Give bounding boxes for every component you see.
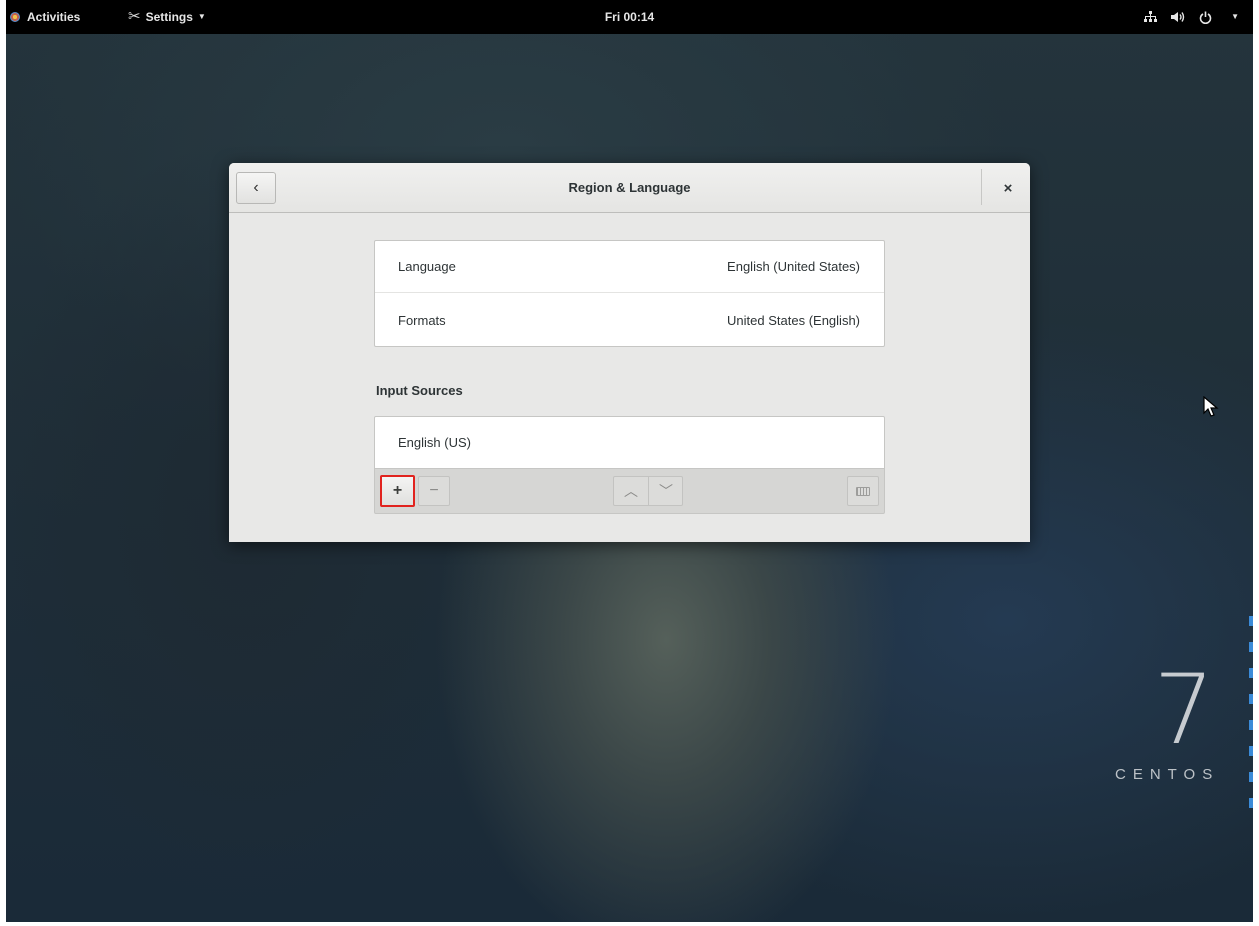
- app-menu-button[interactable]: ✂ Settings ▼: [128, 0, 206, 34]
- chevron-down-icon: ﹀: [659, 483, 673, 499]
- activities-button[interactable]: Activities: [10, 0, 80, 34]
- centos-logo-text: CENTOS: [1115, 766, 1220, 783]
- move-up-button[interactable]: ︿: [614, 477, 649, 505]
- top-bar: Activities ✂ Settings ▼ Fri 00:14 ▼: [6, 0, 1253, 34]
- move-down-button[interactable]: ﹀: [649, 477, 682, 505]
- keyboard-icon: [856, 486, 870, 496]
- add-input-source-button[interactable]: +: [380, 475, 415, 507]
- remove-input-source-button[interactable]: −: [418, 476, 450, 506]
- input-sources-heading: Input Sources: [376, 383, 463, 398]
- back-button[interactable]: ‹: [236, 172, 276, 204]
- move-button-group: ︿ ﹀: [613, 476, 683, 506]
- chevron-down-icon: ▼: [197, 12, 206, 21]
- plus-icon: +: [392, 482, 403, 499]
- network-icon: [1144, 11, 1158, 22]
- show-keyboard-layout-button[interactable]: [847, 476, 879, 506]
- settings-tools-icon: ✂: [128, 8, 141, 25]
- header-separator: [981, 169, 982, 205]
- screen-edge-marks: [1249, 616, 1253, 816]
- chevron-down-icon: ▼: [1231, 12, 1239, 21]
- gnome-foot-icon: [10, 12, 20, 22]
- locale-list: Language English (United States) Formats…: [374, 240, 885, 347]
- input-sources-toolbar: + − ︿ ﹀: [375, 470, 884, 513]
- close-button[interactable]: ×: [992, 172, 1024, 204]
- power-icon: [1199, 11, 1212, 24]
- centos-logo-number: 7: [1153, 654, 1215, 766]
- chevron-left-icon: ‹: [253, 179, 259, 196]
- dialog-title: Region & Language: [568, 180, 691, 195]
- language-label: Language: [398, 259, 456, 274]
- chevron-up-icon: ︿: [624, 483, 638, 499]
- input-sources-list: English (US) + − ︿ ﹀: [374, 416, 885, 514]
- desktop: Activities ✂ Settings ▼ Fri 00:14 ▼ ‹ Re…: [6, 0, 1253, 926]
- activities-label: Activities: [27, 10, 81, 24]
- input-source-row[interactable]: English (US): [375, 417, 884, 469]
- close-icon: ×: [1003, 179, 1013, 197]
- formats-value: United States (English): [727, 312, 860, 328]
- system-status-menu[interactable]: ▼: [1144, 0, 1239, 34]
- input-source-label: English (US): [398, 435, 471, 450]
- volume-icon: [1171, 12, 1185, 22]
- header-bar: ‹ Region & Language ×: [229, 163, 1030, 213]
- language-row[interactable]: Language English (United States): [375, 241, 884, 293]
- clock-label[interactable]: Fri 00:14: [605, 0, 654, 34]
- minus-icon: −: [429, 482, 439, 499]
- formats-row[interactable]: Formats United States (English): [375, 294, 884, 346]
- mouse-pointer-icon: [1203, 396, 1219, 417]
- app-menu-label: Settings: [145, 10, 193, 24]
- region-language-dialog: ‹ Region & Language × Language English (…: [229, 163, 1030, 542]
- formats-label: Formats: [398, 312, 446, 328]
- language-value: English (United States): [727, 259, 860, 274]
